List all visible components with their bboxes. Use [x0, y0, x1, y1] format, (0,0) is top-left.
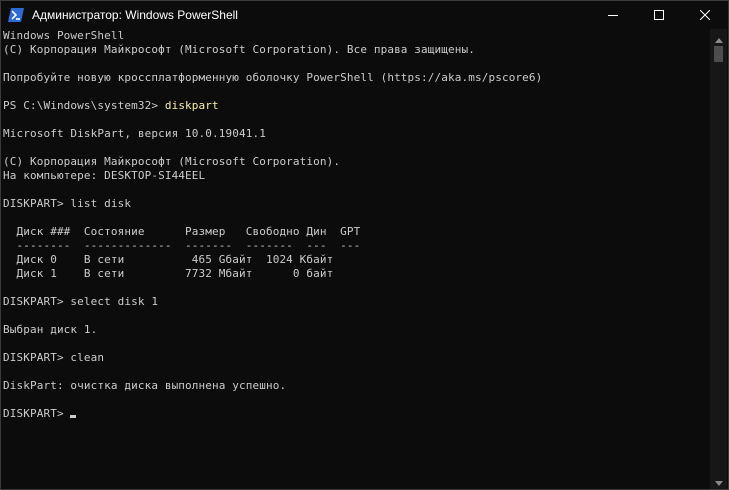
console-line: Попробуйте новую кроссплатформенную обол…: [3, 71, 709, 85]
console-text: -------- ------------- ------- ------- -…: [3, 239, 361, 252]
console-prompt: PS C:\Windows\system32>: [3, 99, 165, 112]
console-output[interactable]: Windows PowerShell (C) Корпорация Майкрос…: [3, 29, 709, 489]
console-text: На компьютере: DESKTOP-SI44EEL: [3, 169, 206, 182]
text-cursor: [70, 415, 77, 418]
console-line: DISKPART> select disk 1: [3, 295, 709, 309]
console-line: Диск ### Состояние Размер Свободно Дин G…: [3, 225, 709, 239]
minimize-icon: [608, 5, 618, 24]
console-line: -------- ------------- ------- ------- -…: [3, 239, 709, 253]
console-text: Диск 1 В сети 7732 Мбайт 0 байт: [3, 267, 334, 280]
console-text: Диск 0 В сети 465 Gбайт 1024 Кбайт: [3, 253, 334, 266]
console-line: Диск 0 В сети 465 Gбайт 1024 Кбайт: [3, 253, 709, 267]
console-command: diskpart: [164, 99, 219, 112]
console-text: DISKPART> select disk 1: [3, 295, 159, 308]
console-line: DISKPART> list disk: [3, 197, 709, 211]
console-text: Попробуйте новую кроссплатформенную обол…: [3, 71, 543, 84]
console-text: Windows PowerShell: [3, 29, 125, 42]
close-icon: [699, 5, 711, 24]
scrollbar-thumb[interactable]: [714, 46, 723, 62]
console-line: Windows PowerShell: [3, 29, 709, 43]
console-text: Диск ### Состояние Размер Свободно Дин G…: [3, 225, 361, 238]
console-text: DISKPART> clean: [3, 351, 105, 364]
console-line: Диск 1 В сети 7732 Мбайт 0 байт: [3, 267, 709, 281]
scroll-up-arrow-icon: [714, 28, 723, 47]
minimize-button[interactable]: [590, 1, 636, 28]
console-line: DiskPart: очистка диска выполнена успешн…: [3, 379, 709, 393]
scroll-up-button[interactable]: [710, 29, 727, 46]
console-line: Выбран диск 1.: [3, 323, 709, 337]
console-line: Microsoft DiskPart, версия 10.0.19041.1: [3, 127, 709, 141]
console-text: Выбран диск 1.: [3, 323, 98, 336]
console-text: (C) Корпорация Майкрософт (Microsoft Cor…: [3, 155, 341, 168]
scroll-down-arrow-icon: [714, 471, 723, 490]
console-text: (C) Корпорация Майкрософт (Microsoft Cor…: [3, 43, 475, 56]
window-title: Администратор: Windows PowerShell: [32, 7, 238, 22]
maximize-button[interactable]: [636, 1, 682, 28]
console-line: (C) Корпорация Майкрософт (Microsoft Cor…: [3, 155, 709, 169]
scroll-down-button[interactable]: [710, 472, 727, 489]
powershell-window: Администратор: Windows PowerShell Window…: [0, 0, 729, 490]
console-line: DISKPART> clean: [3, 351, 709, 365]
console-text: Microsoft DiskPart, версия 10.0.19041.1: [3, 127, 266, 140]
console-line: (C) Корпорация Майкрософт (Microsoft Cor…: [3, 43, 709, 57]
close-button[interactable]: [682, 1, 728, 28]
console-text: DISKPART> list disk: [3, 197, 132, 210]
title-bar[interactable]: Администратор: Windows PowerShell: [1, 1, 728, 28]
window-controls: [590, 1, 728, 28]
console-line: PS C:\Windows\system32> diskpart: [3, 99, 709, 113]
console-line: На компьютере: DESKTOP-SI44EEL: [3, 169, 709, 183]
vertical-scrollbar[interactable]: [710, 29, 727, 489]
console-text: DISKPART>: [3, 407, 71, 420]
console-line: DISKPART>: [3, 407, 709, 421]
powershell-icon: [8, 7, 24, 23]
console-text: DiskPart: очистка диска выполнена успешн…: [3, 379, 287, 392]
maximize-icon: [654, 5, 664, 24]
